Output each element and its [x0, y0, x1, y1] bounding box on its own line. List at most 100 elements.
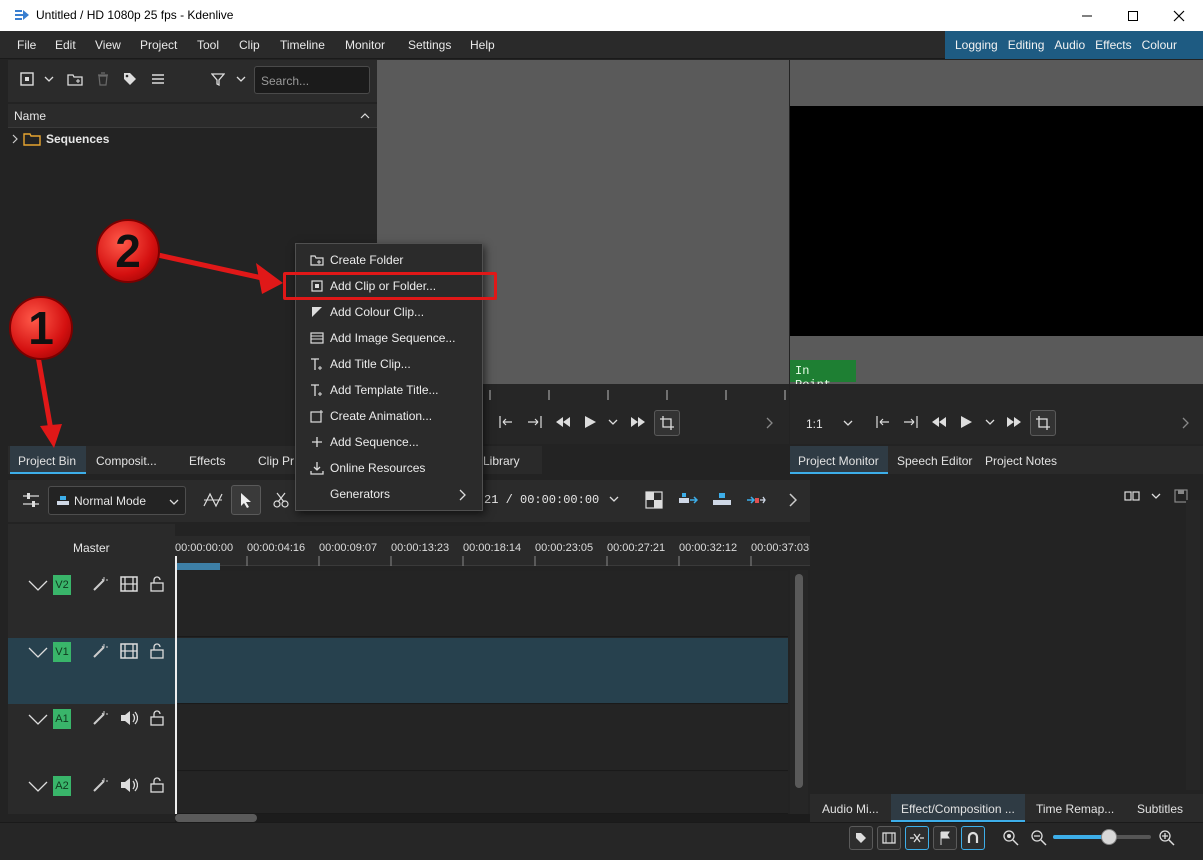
- maximize-icon[interactable]: [1110, 0, 1156, 31]
- compare-icon[interactable]: [1124, 491, 1140, 501]
- timeline-toolbar-more-icon[interactable]: [789, 493, 797, 507]
- status-flag-icon[interactable]: [933, 826, 957, 850]
- panel-chevron-icon[interactable]: [1151, 492, 1161, 500]
- zoom-fit-icon[interactable]: [1003, 830, 1019, 846]
- zoom-slider[interactable]: [1053, 829, 1151, 845]
- tab-project-bin[interactable]: Project Bin: [10, 446, 86, 474]
- tab-effects[interactable]: Effects: [189, 446, 225, 474]
- track-name[interactable]: V1: [53, 642, 71, 662]
- menu-help[interactable]: Help: [470, 38, 495, 52]
- tab-time-remap[interactable]: Time Remap...: [1036, 794, 1114, 822]
- status-snap-icon[interactable]: [905, 826, 929, 850]
- overwrite-icon[interactable]: [712, 492, 732, 506]
- zoom-chevron-icon[interactable]: [843, 419, 853, 427]
- project-monitor-ruler[interactable]: [790, 384, 1203, 404]
- set-in-point-icon[interactable]: [498, 415, 514, 429]
- filter-chevron-icon[interactable]: [236, 75, 246, 83]
- menu-view[interactable]: View: [95, 38, 121, 52]
- menu-item-add-sequence[interactable]: Add Sequence...: [296, 429, 482, 455]
- lock-icon[interactable]: [150, 709, 164, 726]
- film-icon[interactable]: [120, 643, 138, 659]
- pm-rewind-icon[interactable]: [931, 416, 947, 428]
- filter-icon[interactable]: [211, 72, 225, 86]
- menu-item-add-template-title[interactable]: Add Template Title...: [296, 377, 482, 403]
- tab-clip-properties[interactable]: Clip Pr: [258, 446, 294, 474]
- timeline-horizontal-scrollbar[interactable]: [175, 814, 810, 822]
- close-icon[interactable]: [1156, 0, 1202, 31]
- tab-effect-composition[interactable]: Effect/Composition ...: [891, 794, 1025, 822]
- timeline-vertical-scrollbar[interactable]: [790, 570, 808, 814]
- chevron-down-icon[interactable]: [44, 75, 54, 83]
- pm-play-chevron-icon[interactable]: [985, 418, 995, 426]
- expand-arrow-icon[interactable]: [10, 134, 20, 144]
- edit-mode-select[interactable]: Normal Mode: [48, 486, 186, 515]
- track-name[interactable]: V2: [53, 575, 71, 595]
- hscroll-thumb[interactable]: [175, 814, 257, 822]
- zoom-slider-handle[interactable]: [1101, 829, 1117, 845]
- sort-up-icon[interactable]: [360, 112, 370, 119]
- speaker-icon[interactable]: [120, 710, 138, 726]
- play-icon[interactable]: [583, 415, 597, 429]
- pm-play-icon[interactable]: [959, 415, 973, 429]
- razor-tool-icon[interactable]: [273, 492, 289, 508]
- track-name[interactable]: A1: [53, 709, 71, 729]
- fast-forward-icon[interactable]: [630, 416, 646, 428]
- menu-item-add-title-clip[interactable]: Add Title Clip...: [296, 351, 482, 377]
- split-screen-icon[interactable]: [645, 491, 663, 509]
- tab-project-notes[interactable]: Project Notes: [985, 446, 1057, 474]
- menu-edit[interactable]: Edit: [55, 38, 76, 52]
- insert-icon[interactable]: [678, 492, 698, 506]
- collapse-icon[interactable]: [28, 647, 48, 659]
- set-out-point-icon[interactable]: [527, 415, 543, 429]
- layout-colour[interactable]: Colour: [1142, 38, 1177, 52]
- pm-fast-forward-icon[interactable]: [1006, 416, 1022, 428]
- tab-audio-mixer[interactable]: Audio Mi...: [822, 794, 879, 822]
- right-panel-scrollbar[interactable]: [1186, 500, 1200, 790]
- status-tag-icon[interactable]: [849, 826, 873, 850]
- pm-set-out-point-icon[interactable]: [903, 415, 919, 429]
- status-film-icon[interactable]: [877, 826, 901, 850]
- menu-item-add-image-sequence[interactable]: Add Image Sequence...: [296, 325, 482, 351]
- lock-icon[interactable]: [150, 776, 164, 793]
- layout-effects[interactable]: Effects: [1095, 38, 1131, 52]
- timecode-chevron-icon[interactable]: [609, 495, 619, 503]
- menu-clip[interactable]: Clip: [239, 38, 260, 52]
- clip-monitor-more-icon[interactable]: [766, 417, 774, 429]
- effects-wand-icon[interactable]: [92, 710, 108, 726]
- bin-column-header[interactable]: Name: [8, 104, 377, 128]
- menu-item-online-resources[interactable]: Online Resources: [296, 455, 482, 481]
- layout-audio[interactable]: Audio: [1054, 38, 1085, 52]
- menu-item-create-folder[interactable]: Create Folder: [296, 247, 482, 273]
- tab-project-monitor[interactable]: Project Monitor: [790, 446, 888, 474]
- menu-settings[interactable]: Settings: [408, 38, 451, 52]
- lock-icon[interactable]: [150, 575, 164, 592]
- zoom-out-icon[interactable]: [1031, 830, 1047, 846]
- layout-logging[interactable]: Logging: [955, 38, 998, 52]
- folder-add-icon[interactable]: [67, 72, 83, 86]
- layout-editing[interactable]: Editing: [1008, 38, 1045, 52]
- menu-tool[interactable]: Tool: [197, 38, 219, 52]
- zoom-in-icon[interactable]: [1159, 830, 1175, 846]
- menu-project[interactable]: Project: [140, 38, 177, 52]
- play-chevron-icon[interactable]: [608, 418, 618, 426]
- tab-library[interactable]: Library: [483, 446, 520, 474]
- menu-timeline[interactable]: Timeline: [280, 38, 325, 52]
- menu-monitor[interactable]: Monitor: [345, 38, 385, 52]
- add-clip-icon[interactable]: [20, 72, 34, 86]
- selection-tool-icon[interactable]: [231, 485, 261, 515]
- tab-subtitles[interactable]: Subtitles: [1137, 794, 1183, 822]
- collapse-icon[interactable]: [28, 781, 48, 793]
- menu-item-generators[interactable]: Generators: [296, 481, 482, 507]
- effects-wand-icon[interactable]: [92, 576, 108, 592]
- tab-speech-editor[interactable]: Speech Editor: [897, 446, 972, 474]
- hamburger-menu-icon[interactable]: [151, 73, 165, 85]
- effects-wand-icon[interactable]: [92, 777, 108, 793]
- lock-icon[interactable]: [150, 642, 164, 659]
- playhead[interactable]: [175, 556, 177, 814]
- pm-crop-icon[interactable]: [1030, 410, 1056, 436]
- zone-bar[interactable]: [176, 563, 220, 570]
- rewind-icon[interactable]: [555, 416, 571, 428]
- bin-search-input[interactable]: Search...: [254, 66, 370, 94]
- trash-icon[interactable]: [96, 72, 110, 86]
- speaker-icon[interactable]: [120, 777, 138, 793]
